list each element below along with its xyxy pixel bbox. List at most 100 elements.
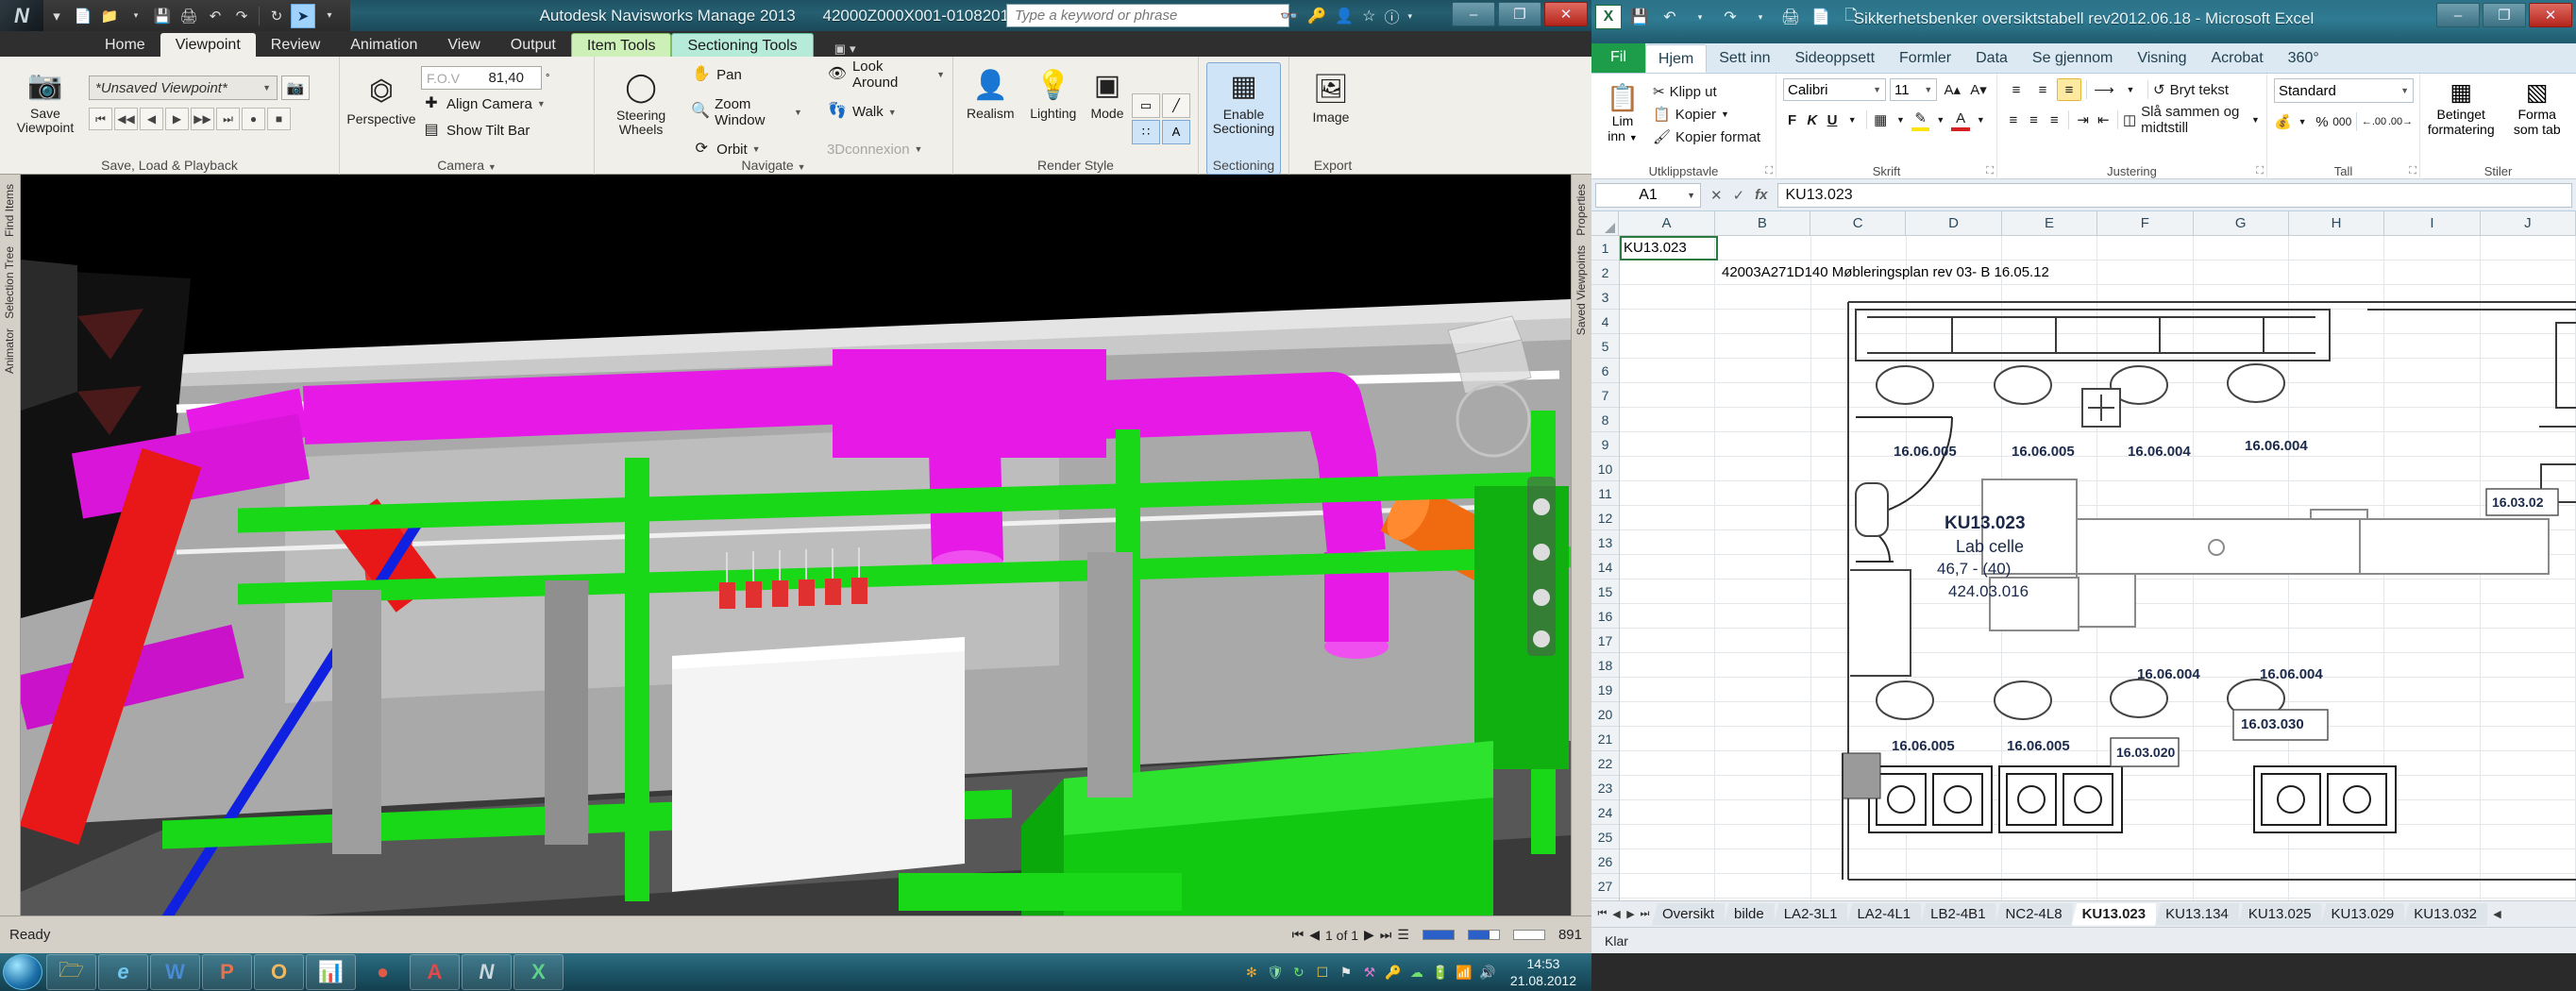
align-left-button[interactable]: ≡ (2004, 109, 2023, 131)
text-toggle[interactable]: A (1162, 119, 1190, 144)
row-header[interactable]: 5 (1591, 334, 1619, 359)
taskbar-acrobat-icon[interactable]: A (410, 954, 460, 990)
taskbar-project-icon[interactable]: 📊 (306, 954, 356, 990)
format-as-table-button[interactable]: ▧ Forma som tab (2504, 78, 2569, 137)
tab-se-gjennom[interactable]: Se gjennom (2020, 44, 2125, 73)
select-all-corner[interactable] (1591, 211, 1620, 235)
sheet-tab-ku13-023[interactable]: KU13.023 (2071, 902, 2157, 926)
cut-button[interactable]: ✂ Klipp ut (1653, 80, 1760, 103)
merge-center-button[interactable]: ◫ Slå sammen og midtstill ▼ (2123, 104, 2260, 136)
currency-dropdown-icon[interactable]: ▼ (2294, 110, 2312, 133)
first-sheet-icon[interactable]: ⏮ (1595, 908, 1609, 920)
grid-cell[interactable] (1620, 800, 1716, 824)
signin-icon[interactable]: 👤 (1335, 7, 1354, 25)
tab-output[interactable]: Output (496, 33, 571, 57)
help-dropdown-icon[interactable]: ▾ (1407, 11, 1412, 22)
underline-dropdown-icon[interactable]: ▼ (1844, 109, 1861, 131)
row-header[interactable]: 19 (1591, 678, 1619, 702)
grid-cell[interactable] (1620, 653, 1716, 677)
increase-indent-button[interactable]: ⇤ (2095, 109, 2113, 131)
grid-cell[interactable] (1715, 604, 1811, 628)
row-header[interactable]: 1 (1591, 236, 1619, 260)
grid-cell[interactable] (1907, 236, 2003, 260)
binoculars-icon[interactable]: 👓 (1280, 7, 1299, 25)
grid-cell[interactable] (2194, 260, 2290, 284)
grid-cell[interactable] (1811, 236, 1907, 260)
grid-cell[interactable] (1715, 457, 1811, 480)
alignment-dialog-launcher[interactable]: ⛶ (2256, 165, 2264, 177)
grid-cell[interactable] (1715, 727, 1811, 750)
dock-tab-selection-tree[interactable]: Selection Tree (3, 246, 16, 319)
prev-page-icon[interactable]: ◀ (1309, 927, 1320, 943)
grid-cell[interactable] (1715, 506, 1811, 529)
row-header[interactable]: 15 (1591, 579, 1619, 604)
row-header[interactable]: 16 (1591, 604, 1619, 629)
column-header-i[interactable]: I (2384, 211, 2481, 235)
grid-cell[interactable] (1620, 604, 1716, 628)
copy-button[interactable]: 📋 Kopier ▼ (1653, 103, 1760, 126)
last-sheet-icon[interactable]: ⏭ (1638, 908, 1652, 920)
star-icon[interactable]: ☆ (1362, 7, 1375, 25)
key-icon[interactable]: 🔑 (1385, 964, 1402, 981)
grid-cell[interactable] (1715, 849, 1811, 873)
help-icon[interactable]: ⓘ (1384, 5, 1399, 27)
sheet-tab-la2-4l1[interactable]: LA2-4L1 (1846, 902, 1922, 926)
dock-tab-find-items[interactable]: Find Items (3, 184, 16, 237)
usb-icon[interactable]: ⚒ (1361, 964, 1378, 981)
grid-cell[interactable] (1620, 285, 1716, 309)
row-header[interactable]: 25 (1591, 825, 1619, 849)
grid-cell[interactable] (1620, 481, 1716, 505)
excel-maximize-button[interactable]: ❐ (2483, 3, 2526, 27)
tab-viewpoint[interactable]: Viewpoint (160, 33, 256, 57)
grid-cell[interactable] (1715, 334, 1811, 358)
row-header[interactable]: 12 (1591, 506, 1619, 530)
increase-decimal-button[interactable]: ←.00 (2362, 110, 2386, 133)
align-camera-button[interactable]: ✚ Align Camera ▼ (421, 92, 549, 116)
tab-sett-inn[interactable]: Sett inn (1707, 44, 1782, 73)
tab-view[interactable]: View (432, 33, 495, 57)
minimize-button[interactable]: – (1452, 2, 1495, 26)
tab-sectioning-tools[interactable]: Sectioning Tools (671, 33, 814, 57)
column-header-f[interactable]: F (2097, 211, 2194, 235)
viewpoint-select[interactable]: *Unsaved Viewpoint* ▼ (89, 76, 278, 100)
playback-record-button[interactable]: ● (242, 108, 265, 130)
tab-data[interactable]: Data (1963, 44, 2020, 73)
align-middle-button[interactable]: ≡ (2030, 78, 2055, 101)
fill-color-dropdown-icon[interactable]: ▼ (1931, 109, 1949, 131)
grid-cell[interactable] (1715, 678, 1811, 701)
number-dialog-launcher[interactable]: ⛶ (2409, 165, 2416, 177)
last-page-icon[interactable]: ⏭ (1380, 927, 1392, 943)
grid-cell[interactable] (1620, 555, 1716, 579)
grid-cell[interactable] (1715, 751, 1811, 775)
column-header-a[interactable]: A (1619, 211, 1715, 235)
taskbar-internet-explorer-icon[interactable]: e (98, 954, 148, 990)
taskbar-explorer-icon[interactable]: 🗁 (46, 954, 96, 990)
key-icon[interactable]: 🔑 (1307, 7, 1326, 25)
row-header[interactable]: 9 (1591, 432, 1619, 457)
dock-tab-saved-viewpoints[interactable]: Saved Viewpoints (1574, 245, 1588, 335)
dock-tab-animator[interactable]: Animator (3, 328, 16, 374)
borders-dropdown-icon[interactable]: ▼ (1892, 109, 1910, 131)
tab-360[interactable]: 360° (2276, 44, 2332, 73)
row-header[interactable]: 23 (1591, 776, 1619, 800)
chevron-down-icon[interactable]: ▾ (850, 42, 856, 57)
tab-hjem[interactable]: Hjem (1644, 44, 1708, 73)
next-sheet-icon[interactable]: ▶ (1624, 908, 1638, 920)
taskbar-powerpoint-icon[interactable]: P (202, 954, 252, 990)
playback-last-button[interactable]: ⏭ (216, 108, 240, 130)
grid-cell[interactable] (1715, 800, 1811, 824)
lines-toggle[interactable]: ╱ (1162, 92, 1190, 118)
row-header[interactable]: 2 (1591, 260, 1619, 285)
accept-formula-icon[interactable]: ✓ (1733, 187, 1745, 204)
next-page-icon[interactable]: ▶ (1364, 927, 1374, 943)
grid-cell[interactable] (1715, 359, 1811, 382)
row-header[interactable]: 17 (1591, 629, 1619, 653)
first-page-icon[interactable]: ⏮ (1292, 927, 1305, 943)
row-header[interactable]: 13 (1591, 530, 1619, 555)
grid-cell[interactable] (1620, 874, 1716, 898)
font-size-select[interactable]: 11 ▼ (1890, 78, 1938, 101)
look-around-button[interactable]: 👁 Look Around ▼ (827, 59, 945, 91)
grid-cells[interactable]: KU13.023 42003A271D140 Møbleringsplan re… (1620, 236, 2576, 900)
edit-viewpoint-button[interactable]: 📷 (281, 76, 310, 100)
grid-cell[interactable] (1620, 849, 1716, 873)
